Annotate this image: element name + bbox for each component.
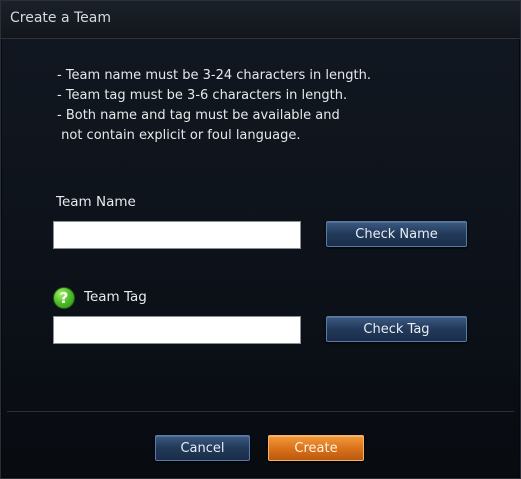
cancel-button[interactable]: Cancel [155,435,250,461]
rules-list: - Team name must be 3-24 characters in l… [57,66,371,146]
team-name-input[interactable] [53,221,301,249]
rule-item: - Team name must be 3-24 characters in l… [57,68,371,83]
create-button[interactable]: Create [268,435,364,461]
footer-divider [7,411,514,413]
team-name-label: Team Name [56,194,136,210]
question-mark-icon[interactable]: ? [53,287,75,309]
dialog-titlebar: Create a Team [1,1,520,39]
create-team-dialog: Create a Team - Team name must be 3-24 c… [0,0,521,479]
team-tag-input[interactable] [53,316,301,344]
rule-item: - Both name and tag must be available an… [57,108,340,123]
check-tag-button[interactable]: Check Tag [326,316,467,342]
rule-item: - Team tag must be 3-6 characters in len… [57,88,348,103]
team-tag-label: Team Tag [84,289,147,305]
rule-item: not contain explicit or foul language. [57,128,301,143]
dialog-title: Create a Team [10,10,112,26]
check-name-button[interactable]: Check Name [326,221,467,247]
